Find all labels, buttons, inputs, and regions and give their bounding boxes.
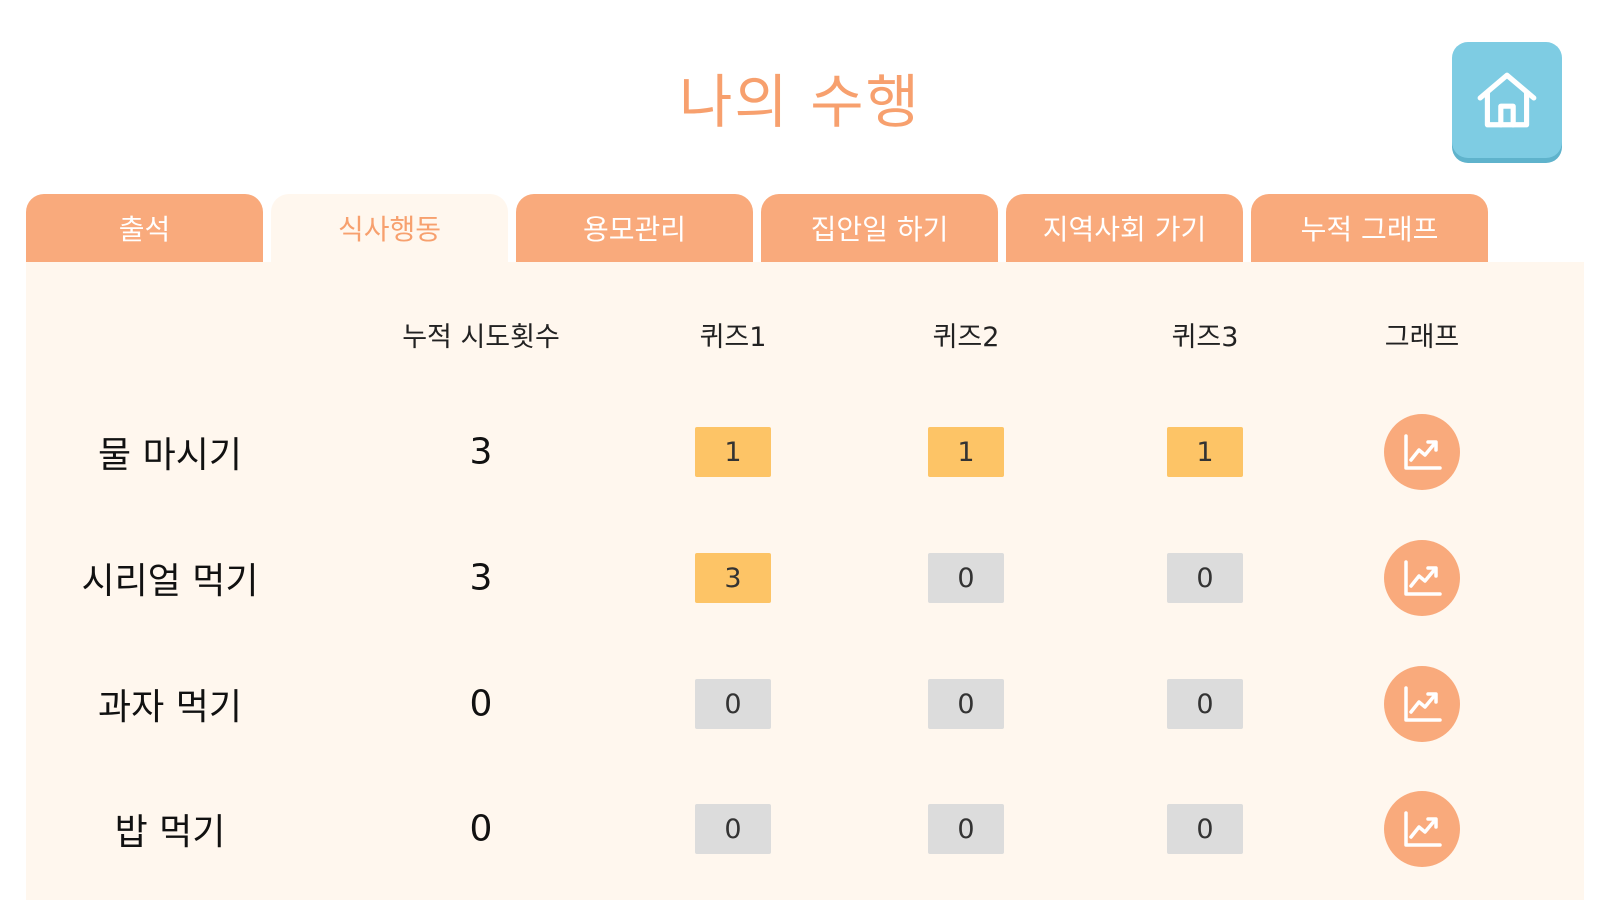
quiz-score: 1: [695, 427, 771, 477]
graph-button[interactable]: [1384, 414, 1460, 490]
quiz-score: 0: [928, 553, 1004, 603]
tab-cumulative-graph[interactable]: 누적 그래프: [1251, 194, 1488, 262]
header-quiz2: 퀴즈2: [932, 322, 1000, 353]
tab-label: 용모관리: [582, 213, 687, 246]
quiz-score: 1: [928, 427, 1004, 477]
graph-button[interactable]: [1384, 540, 1460, 616]
row-label: 시리얼 먹기: [81, 561, 259, 602]
tab-label: 누적 그래프: [1300, 213, 1439, 246]
home-icon: [1477, 72, 1537, 128]
attempt-count: 3: [469, 557, 493, 599]
tab-label: 출석: [118, 213, 171, 246]
graph-button[interactable]: [1384, 791, 1460, 867]
tab-label: 지역사회 가기: [1042, 213, 1207, 246]
content-panel: [26, 262, 1584, 900]
header-quiz1: 퀴즈1: [699, 322, 767, 353]
quiz-score: 0: [1167, 679, 1243, 729]
row-label: 밥 먹기: [114, 812, 226, 853]
header-cumulative-attempts: 누적 시도횟수: [402, 322, 560, 353]
graph-button[interactable]: [1384, 666, 1460, 742]
header-graph: 그래프: [1384, 322, 1460, 353]
chart-icon: [1404, 434, 1442, 470]
tab-housework[interactable]: 집안일 하기: [761, 194, 998, 262]
quiz-score: 0: [695, 679, 771, 729]
chart-icon: [1404, 686, 1442, 722]
quiz-score: 0: [928, 804, 1004, 854]
tab-label: 식사행동: [337, 213, 442, 246]
row-label: 물 마시기: [98, 435, 242, 476]
page-title: 나의 수행: [679, 68, 921, 136]
attempt-count: 0: [469, 808, 493, 850]
row-label: 과자 먹기: [98, 687, 242, 728]
home-button[interactable]: [1452, 42, 1562, 158]
attempt-count: 3: [469, 431, 493, 473]
chart-icon: [1404, 811, 1442, 847]
quiz-score: 0: [1167, 553, 1243, 603]
tab-eating-behavior[interactable]: 식사행동: [271, 194, 508, 262]
quiz-score: 0: [928, 679, 1004, 729]
quiz-score: 3: [695, 553, 771, 603]
tab-community[interactable]: 지역사회 가기: [1006, 194, 1243, 262]
tab-label: 집안일 하기: [810, 213, 949, 246]
chart-icon: [1404, 560, 1442, 596]
tab-grooming[interactable]: 용모관리: [516, 194, 753, 262]
quiz-score: 1: [1167, 427, 1243, 477]
quiz-score: 0: [695, 804, 771, 854]
header-quiz3: 퀴즈3: [1171, 322, 1239, 353]
attempt-count: 0: [469, 683, 493, 725]
quiz-score: 0: [1167, 804, 1243, 854]
tab-attendance[interactable]: 출석: [26, 194, 263, 262]
